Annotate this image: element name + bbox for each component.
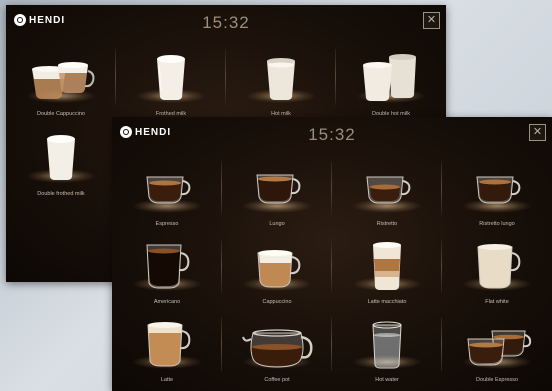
drink-label: Coffee pot bbox=[264, 377, 290, 383]
drink-tile[interactable]: Ristretto lungo bbox=[442, 155, 552, 233]
flat-white-glass-icon bbox=[477, 244, 521, 289]
drink-label: Espresso bbox=[155, 221, 179, 227]
drink-label: Double Espresso bbox=[476, 377, 518, 383]
close-button[interactable]: ✕ bbox=[529, 124, 546, 141]
drink-label: Hot water bbox=[375, 377, 399, 383]
drink-label: Flat white bbox=[485, 299, 509, 305]
drink-label: Latte bbox=[160, 377, 174, 383]
frothed-milk-glass-icon bbox=[157, 55, 185, 100]
drink-label: Double Cappuccino bbox=[36, 111, 85, 117]
clock: 15:32 bbox=[308, 125, 356, 144]
drink-label: Americano bbox=[153, 299, 181, 305]
double-cappuccino-icon bbox=[32, 62, 95, 99]
americano-glass-icon bbox=[146, 244, 190, 289]
clock: 15:32 bbox=[202, 13, 250, 32]
cappuccino-cup-icon bbox=[257, 250, 301, 288]
latte-macchiato-glass-icon bbox=[373, 242, 401, 290]
espresso-cup-icon bbox=[146, 176, 191, 204]
drink-tile[interactable]: Hot water bbox=[332, 311, 442, 389]
drink-tile[interactable]: Double Espresso bbox=[442, 311, 552, 389]
drink-tile[interactable]: Coffee pot bbox=[222, 311, 332, 389]
drink-tile[interactable]: Double hot milk bbox=[336, 43, 446, 123]
hot-milk-glass-icon bbox=[267, 58, 295, 100]
drink-label: Latte macchiato bbox=[367, 299, 407, 305]
close-icon: ✕ bbox=[426, 14, 437, 26]
drink-tile[interactable]: Cappuccino bbox=[222, 233, 332, 311]
drink-tile[interactable]: Americano bbox=[112, 233, 222, 311]
double-espresso-icon bbox=[467, 330, 532, 366]
lungo-cup-icon bbox=[256, 174, 301, 204]
drink-label: Ristretto bbox=[376, 221, 398, 227]
drink-tile[interactable]: Double frothed milk bbox=[6, 123, 116, 203]
latte-glass-icon bbox=[147, 322, 191, 367]
front-screen: HENDI 15:32 ✕ Espresso Lungo Ristretto R… bbox=[112, 117, 552, 391]
double-frothed-milk-icon bbox=[47, 135, 75, 180]
drink-label: Lungo bbox=[269, 221, 285, 227]
drink-tile[interactable]: Frothed milk bbox=[116, 43, 226, 123]
hot-water-glass-icon bbox=[372, 321, 402, 369]
drink-label: Cappuccino bbox=[262, 299, 292, 305]
drink-label: Double frothed milk bbox=[37, 191, 85, 197]
coffee-pot-icon bbox=[242, 329, 313, 368]
drink-tile[interactable]: Espresso bbox=[112, 155, 222, 233]
ristretto-cup-icon bbox=[366, 176, 411, 204]
drink-tile[interactable]: Lungo bbox=[222, 155, 332, 233]
drink-tile[interactable]: Latte bbox=[112, 311, 222, 389]
drink-tile[interactable]: Flat white bbox=[442, 233, 552, 311]
drink-tile[interactable]: Latte macchiato bbox=[332, 233, 442, 311]
close-button[interactable]: ✕ bbox=[423, 12, 440, 29]
drink-tile[interactable]: Hot milk bbox=[226, 43, 336, 123]
ristretto-lungo-cup-icon bbox=[476, 176, 521, 204]
drink-grid: Espresso Lungo Ristretto Ristretto lungo… bbox=[112, 155, 552, 389]
drink-tile[interactable]: Ristretto bbox=[332, 155, 442, 233]
close-icon: ✕ bbox=[532, 126, 543, 138]
double-hot-milk-icon bbox=[363, 54, 416, 101]
drink-label: Ristretto lungo bbox=[479, 221, 515, 227]
drink-tile[interactable]: Double Cappuccino bbox=[6, 43, 116, 123]
